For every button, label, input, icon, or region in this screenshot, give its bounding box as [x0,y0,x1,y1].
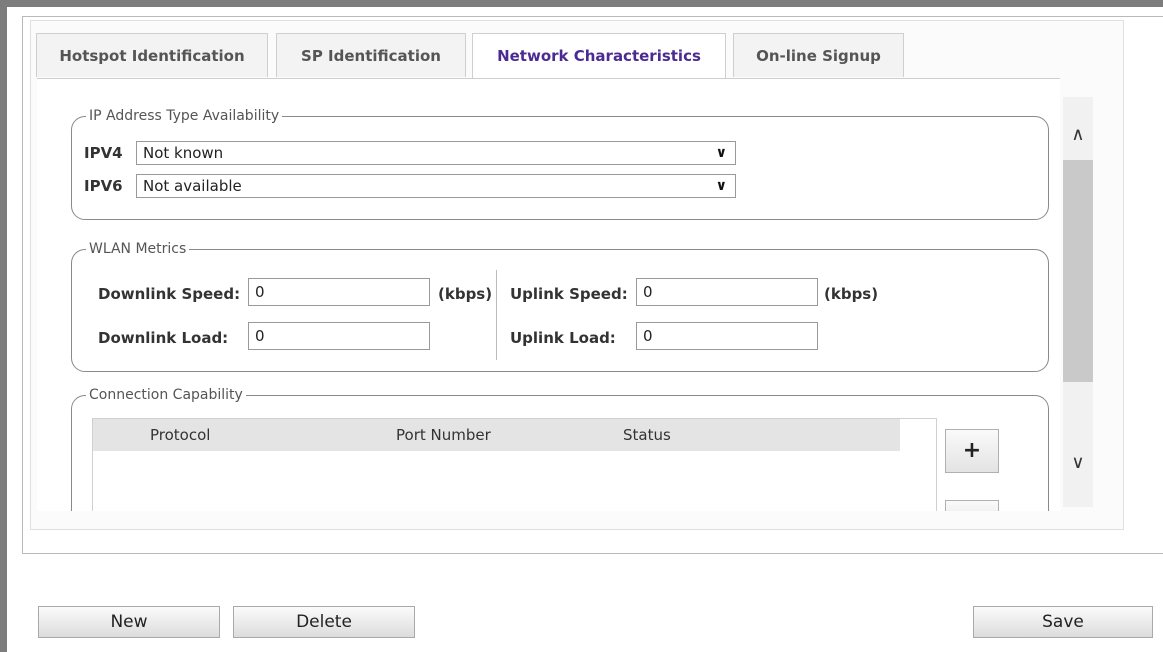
window-frame-left [0,0,7,652]
new-button[interactable]: New [38,606,220,638]
column-protocol[interactable]: Protocol [150,426,210,444]
uplink-speed-unit: (kbps) [824,285,879,303]
uplink-load-input[interactable]: 0 [636,322,818,350]
downlink-speed-label: Downlink Speed: [98,285,241,303]
uplink-speed-label: Uplink Speed: [510,285,628,303]
chevron-up-icon[interactable]: ∧ [1063,124,1093,158]
remove-button[interactable] [945,500,999,511]
tab-sp-identification[interactable]: SP Identification [276,33,466,77]
ipv6-select-value: Not available [143,177,242,195]
downlink-speed-unit: (kbps) [438,285,493,303]
chevron-down-icon[interactable]: ∨ [1063,452,1093,486]
add-button[interactable]: + [945,429,999,473]
wlan-metrics-legend: WLAN Metrics [86,240,190,258]
connection-table-header: Protocol Port Number Status [93,419,900,451]
ipv6-label: IPV6 [84,177,123,195]
uplink-load-label: Uplink Load: [510,329,616,347]
downlink-speed-input[interactable]: 0 [248,278,430,306]
ip-address-legend: IP Address Type Availability [86,107,283,125]
wlan-divider [496,270,497,360]
column-status[interactable]: Status [623,426,671,444]
downlink-load-label: Downlink Load: [98,329,229,347]
tab-online-signup[interactable]: On-line Signup [733,33,904,77]
window-frame-top [0,0,1163,7]
chevron-down-icon: ∨ [715,178,727,194]
scrollbar-thumb[interactable] [1063,160,1093,382]
chevron-down-icon: ∨ [715,145,727,161]
tab-network-characteristics[interactable]: Network Characteristics [472,33,726,79]
save-button[interactable]: Save [973,606,1153,638]
tab-hotspot-identification[interactable]: Hotspot Identification [36,33,268,77]
ipv4-select-value: Not known [143,144,224,162]
ipv4-label: IPV4 [84,144,123,162]
downlink-load-input[interactable]: 0 [248,322,430,350]
column-port-number[interactable]: Port Number [396,426,491,444]
tab-content: IP Address Type Availability IPV4 Not kn… [37,78,1060,511]
ipv4-select[interactable]: Not known ∨ [136,141,736,165]
connection-capability-group: Connection Capability Protocol Port Numb… [71,386,1049,511]
ipv6-select[interactable]: Not available ∨ [136,174,736,198]
delete-button[interactable]: Delete [233,606,415,638]
wlan-metrics-group: WLAN Metrics Downlink Speed: 0 (kbps) Do… [71,240,1049,372]
ip-address-group: IP Address Type Availability IPV4 Not kn… [71,107,1049,220]
uplink-speed-input[interactable]: 0 [636,278,818,306]
connection-capability-legend: Connection Capability [86,386,246,404]
